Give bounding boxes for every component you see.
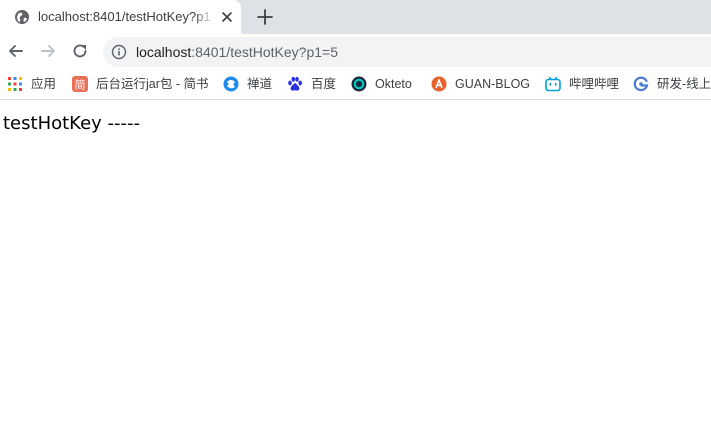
page-body-text: testHotKey -----: [3, 113, 141, 134]
bookmark-label: 禅道: [247, 77, 273, 91]
bookmark-label: GUAN-BLOG: [455, 77, 531, 91]
address-bar[interactable]: localhost:8401/testHotKey?p1=5: [103, 37, 711, 67]
bookmarks-bar: 应用 简 后台运行jar包 - 简书 禅道 百度 Okteto GUAN-BLO…: [0, 69, 711, 100]
okteto-icon: [351, 76, 367, 92]
bookmark-label: 哔哩哔哩: [569, 77, 620, 91]
bookmark-label: Okteto: [375, 77, 412, 91]
tab-strip: localhost:8401/testHotKey?p1=5: [0, 0, 711, 34]
tab-title: localhost:8401/testHotKey?p1=5: [38, 9, 211, 24]
jianshu-icon: 简: [72, 76, 88, 92]
forward-arrow-icon[interactable]: [38, 41, 58, 61]
zentao-icon: [223, 76, 239, 92]
info-icon[interactable]: [111, 44, 127, 60]
browser-toolbar: localhost:8401/testHotKey?p1=5: [0, 34, 711, 69]
bookmark-label: 百度: [311, 77, 337, 91]
reload-icon[interactable]: [70, 41, 90, 61]
bookmark-label: 研发-线上: [657, 77, 711, 91]
close-icon[interactable]: [219, 9, 235, 25]
bilibili-icon: [545, 76, 561, 92]
new-tab-plus-icon[interactable]: [255, 7, 275, 27]
url-path: :8401/testHotKey?p1=5: [191, 44, 338, 60]
globe-icon: [15, 10, 29, 24]
page-content: testHotKey -----: [0, 101, 711, 439]
svg-text:简: 简: [75, 78, 86, 92]
apps-grid-icon: [8, 77, 22, 91]
guan-blog-icon: [431, 76, 447, 92]
tab-title-fade: [195, 6, 213, 28]
back-arrow-icon[interactable]: [6, 41, 26, 61]
browser-tab[interactable]: localhost:8401/testHotKey?p1=5: [0, 0, 241, 34]
devops-icon: [633, 76, 649, 92]
bookmark-label: 后台运行jar包 - 简书: [96, 77, 209, 91]
url-host: localhost: [136, 44, 192, 60]
url-text[interactable]: localhost:8401/testHotKey?p1=5: [136, 44, 338, 60]
bookmark-label: 应用: [31, 77, 57, 91]
baidu-icon: [288, 76, 302, 91]
